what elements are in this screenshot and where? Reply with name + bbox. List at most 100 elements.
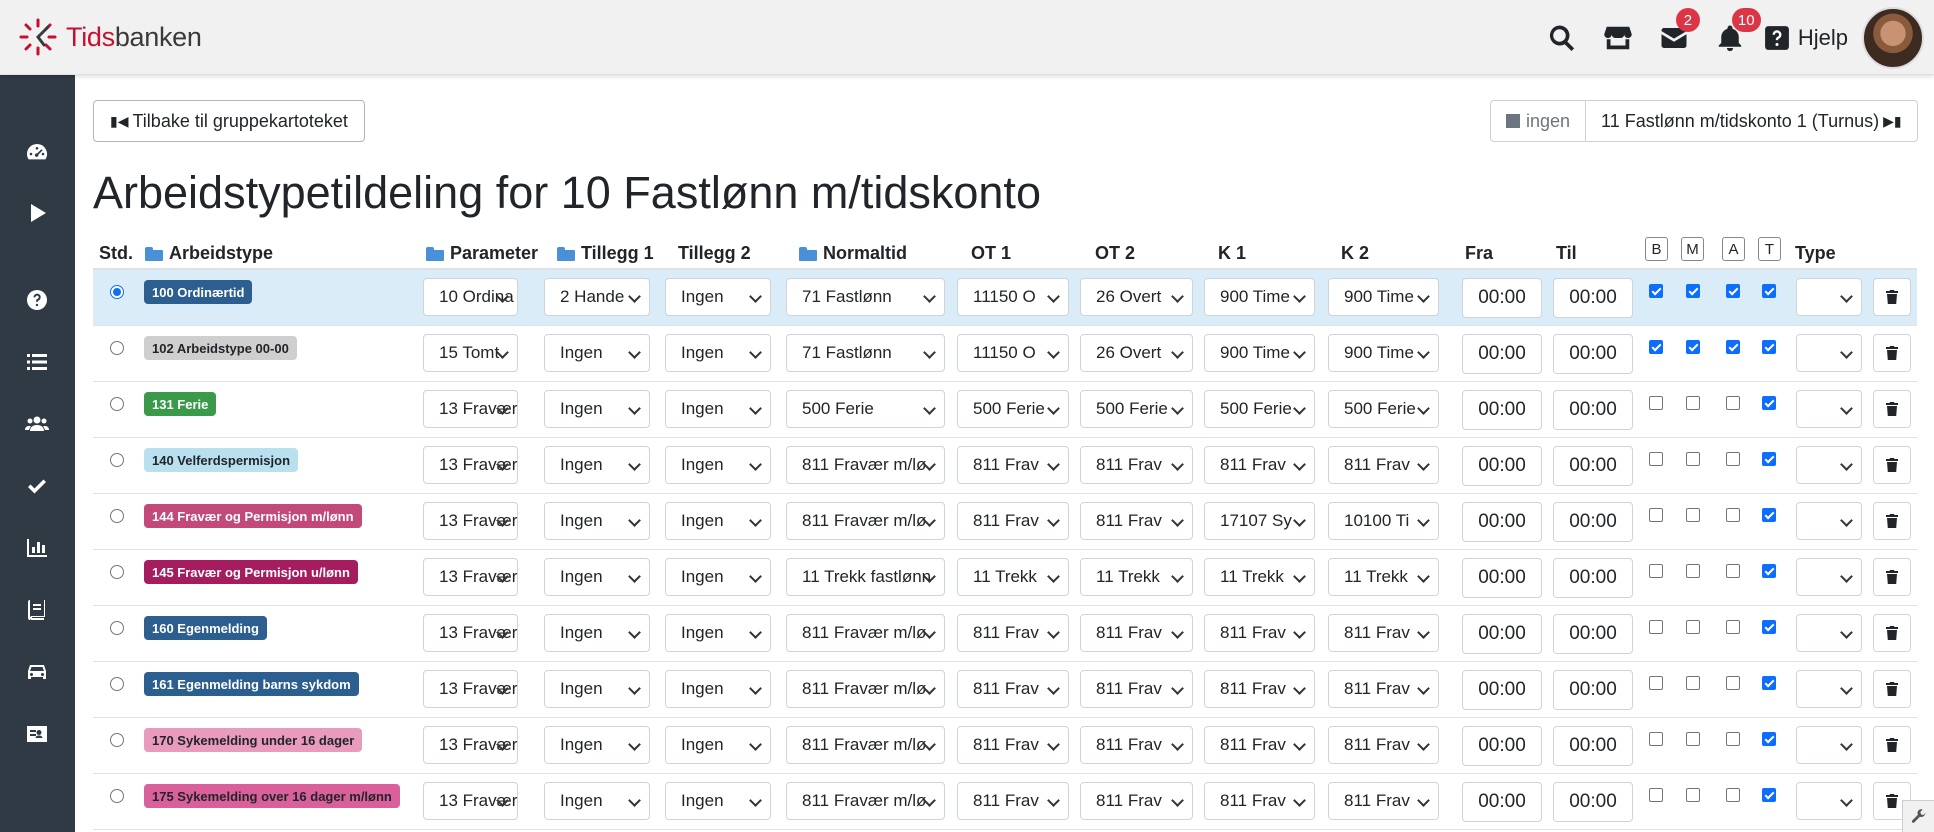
k2-select[interactable]: 811 Frav: [1328, 726, 1439, 764]
delete-button[interactable]: [1873, 614, 1911, 652]
tillegg1-select[interactable]: Ingen: [544, 726, 650, 764]
fra-time-input[interactable]: 00:00: [1462, 390, 1542, 430]
m-checkbox[interactable]: [1686, 788, 1700, 802]
tillegg1-select[interactable]: Ingen: [544, 390, 650, 428]
til-time-input[interactable]: 00:00: [1553, 446, 1633, 486]
ot1-select[interactable]: 811 Frav: [957, 726, 1069, 764]
ot1-select[interactable]: 11150 O: [957, 334, 1069, 372]
id-card-icon[interactable]: [22, 719, 52, 749]
header-fra[interactable]: Fra: [1465, 243, 1493, 264]
table-row[interactable]: 170 Sykemelding under 16 dager 13 Fravær I…: [93, 718, 1917, 774]
t-checkbox[interactable]: [1762, 676, 1776, 690]
help-icon[interactable]: [22, 285, 52, 315]
type-select[interactable]: [1796, 670, 1862, 708]
k1-select[interactable]: 811 Frav: [1204, 782, 1315, 820]
b-checkbox[interactable]: [1649, 732, 1663, 746]
parameter-select[interactable]: 13 Fravær: [423, 390, 518, 428]
delete-button[interactable]: [1873, 670, 1911, 708]
chart-icon[interactable]: [22, 533, 52, 563]
normaltid-select[interactable]: 811 Fravær m/lø: [786, 670, 945, 708]
b-checkbox[interactable]: [1649, 452, 1663, 466]
table-row[interactable]: 161 Egenmelding barns sykdom 13 Fravær Ing…: [93, 662, 1917, 718]
til-time-input[interactable]: 00:00: [1553, 614, 1633, 654]
ot1-select[interactable]: 811 Frav: [957, 614, 1069, 652]
tillegg1-select[interactable]: 2 Hande: [544, 278, 650, 316]
ot2-select[interactable]: 11 Trekk: [1080, 558, 1193, 596]
m-checkbox[interactable]: [1686, 284, 1700, 298]
delete-button[interactable]: [1873, 446, 1911, 484]
std-radio[interactable]: [110, 565, 124, 579]
avatar[interactable]: [1862, 6, 1924, 69]
parameter-select[interactable]: 13 Fravær: [423, 446, 518, 484]
tillegg2-select[interactable]: Ingen: [665, 614, 771, 652]
m-checkbox[interactable]: [1686, 508, 1700, 522]
delete-button[interactable]: [1873, 558, 1911, 596]
fra-time-input[interactable]: 00:00: [1462, 558, 1542, 598]
tillegg2-select[interactable]: Ingen: [665, 278, 771, 316]
header-k2[interactable]: K 2: [1341, 243, 1369, 264]
table-row[interactable]: 160 Egenmelding 13 Fravær Ingen Ingen 811 Fr…: [93, 606, 1917, 662]
tillegg1-select[interactable]: Ingen: [544, 502, 650, 540]
a-checkbox[interactable]: [1726, 340, 1740, 354]
m-checkbox[interactable]: [1686, 396, 1700, 410]
k1-select[interactable]: 811 Frav: [1204, 726, 1315, 764]
t-checkbox[interactable]: [1762, 620, 1776, 634]
ot1-select[interactable]: 811 Frav: [957, 446, 1069, 484]
ot2-select[interactable]: 500 Ferie: [1080, 390, 1193, 428]
users-icon[interactable]: [22, 409, 52, 439]
std-radio[interactable]: [110, 621, 124, 635]
parameter-select[interactable]: 13 Fravær: [423, 502, 518, 540]
ot1-select[interactable]: 811 Frav: [957, 670, 1069, 708]
t-checkbox[interactable]: [1762, 732, 1776, 746]
table-row[interactable]: 144 Fravær og Permisjon m/lønn 13 Fravær I…: [93, 494, 1917, 550]
tillegg2-select[interactable]: Ingen: [665, 782, 771, 820]
m-checkbox[interactable]: [1686, 732, 1700, 746]
type-select[interactable]: [1796, 390, 1862, 428]
fra-time-input[interactable]: 00:00: [1462, 446, 1542, 486]
a-checkbox[interactable]: [1726, 732, 1740, 746]
k1-select[interactable]: 811 Frav: [1204, 614, 1315, 652]
header-tillegg2[interactable]: Tillegg 2: [678, 243, 751, 264]
book-icon[interactable]: [22, 595, 52, 625]
search-icon[interactable]: [1534, 0, 1590, 75]
type-select[interactable]: [1796, 614, 1862, 652]
header-k1[interactable]: K 1: [1218, 243, 1246, 264]
type-select[interactable]: [1796, 446, 1862, 484]
a-checkbox[interactable]: [1726, 284, 1740, 298]
m-checkbox[interactable]: [1686, 620, 1700, 634]
wrench-icon[interactable]: [1902, 800, 1934, 832]
t-checkbox[interactable]: [1762, 340, 1776, 354]
play-icon[interactable]: [22, 198, 52, 228]
k1-select[interactable]: 11 Trekk: [1204, 558, 1315, 596]
car-icon[interactable]: [22, 657, 52, 687]
type-select[interactable]: [1796, 782, 1862, 820]
b-checkbox[interactable]: [1649, 788, 1663, 802]
header-std[interactable]: Std.: [99, 243, 133, 264]
a-checkbox[interactable]: [1726, 676, 1740, 690]
parameter-select[interactable]: 13 Fravær: [423, 670, 518, 708]
k2-select[interactable]: 811 Frav: [1328, 446, 1439, 484]
ot2-select[interactable]: 811 Frav: [1080, 446, 1193, 484]
delete-button[interactable]: [1873, 278, 1911, 316]
t-checkbox[interactable]: [1762, 284, 1776, 298]
normaltid-select[interactable]: 500 Ferie: [786, 390, 945, 428]
b-checkbox[interactable]: [1649, 620, 1663, 634]
k1-select[interactable]: 811 Frav: [1204, 670, 1315, 708]
m-checkbox[interactable]: [1686, 564, 1700, 578]
delete-button[interactable]: [1873, 334, 1911, 372]
k2-select[interactable]: 900 Time: [1328, 278, 1439, 316]
ot1-select[interactable]: 811 Frav: [957, 502, 1069, 540]
bell-icon[interactable]: 10: [1702, 0, 1761, 75]
header-m[interactable]: M: [1681, 237, 1704, 261]
normaltid-select[interactable]: 811 Fravær m/lø: [786, 782, 945, 820]
table-row[interactable]: 140 Velferdspermisjon 13 Fravær Ingen Ingen…: [93, 438, 1917, 494]
k2-select[interactable]: 10100 Ti: [1328, 502, 1439, 540]
b-checkbox[interactable]: [1649, 564, 1663, 578]
til-time-input[interactable]: 00:00: [1553, 334, 1633, 374]
header-ot1[interactable]: OT 1: [971, 243, 1011, 264]
tillegg1-select[interactable]: Ingen: [544, 614, 650, 652]
std-radio[interactable]: [110, 789, 124, 803]
a-checkbox[interactable]: [1726, 508, 1740, 522]
normaltid-select[interactable]: 811 Fravær m/lø: [786, 502, 945, 540]
tillegg2-select[interactable]: Ingen: [665, 502, 771, 540]
